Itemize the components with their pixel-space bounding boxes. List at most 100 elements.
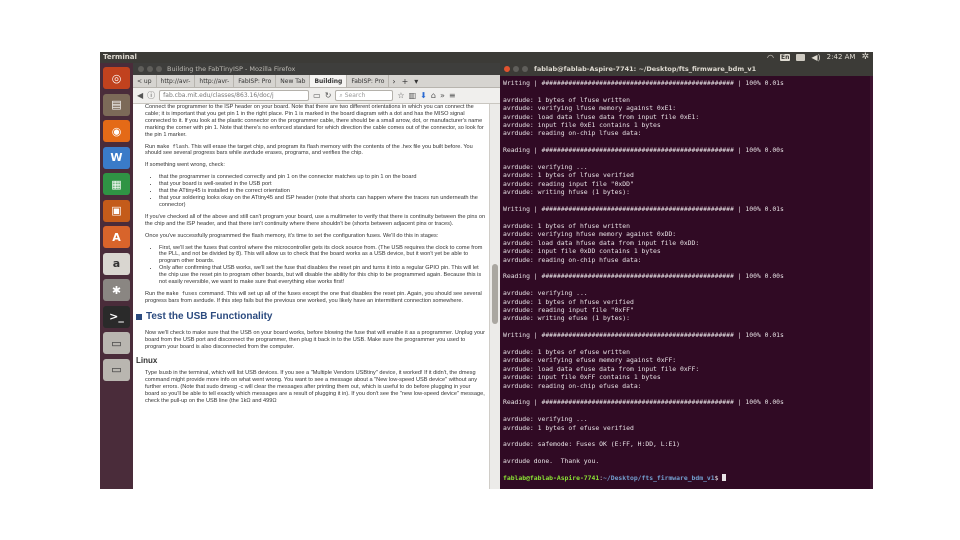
system-settings-icon[interactable]: ✱ bbox=[103, 279, 130, 301]
terminal-line: avrdude: 1 bytes of lfuse written bbox=[503, 95, 630, 104]
active-app-title: Terminal bbox=[103, 53, 137, 61]
star-icon[interactable]: ☆ bbox=[397, 91, 404, 100]
paragraph: If you've checked all of the above and s… bbox=[145, 213, 486, 227]
terminal-icon[interactable]: >_ bbox=[103, 305, 130, 328]
settings-gear-icon[interactable]: ✲ bbox=[861, 52, 869, 63]
keyboard-icon[interactable]: En bbox=[780, 54, 791, 61]
terminal-line: avrdude: writing efuse (1 bytes): bbox=[503, 314, 630, 323]
home-icon[interactable]: ⌂ bbox=[431, 91, 436, 100]
terminal-line: avrdude: verifying efuse memory against … bbox=[503, 356, 677, 365]
terminal-line: avrdude: input file 0xE1 contains 1 byte… bbox=[503, 121, 661, 130]
desktop-screen: Terminal ◠ En ◀) 2:42 AM ✲ ◎ ▤ ◉ W ▦ ▣ Aa ✱ >_ ▭ ▭… bbox=[100, 52, 873, 489]
tab-item[interactable]: FabISP: Pro bbox=[234, 75, 277, 87]
tab-item-active[interactable]: Building bbox=[310, 75, 348, 87]
paragraph: Now we'll check to make sure that the US… bbox=[145, 329, 485, 350]
reload-icon[interactable]: ↻ bbox=[325, 91, 332, 100]
list-item: that your soldering looks okay on the AT… bbox=[159, 195, 486, 209]
writer-icon[interactable]: W bbox=[103, 146, 130, 169]
minimize-icon[interactable] bbox=[147, 66, 153, 72]
list-item: that the ATtiny45 is installed in the co… bbox=[159, 188, 486, 195]
checklist: that the programmer is connected correct… bbox=[153, 174, 486, 209]
inline-code: make flash bbox=[156, 143, 189, 150]
dash-icon[interactable]: ◎ bbox=[103, 67, 130, 89]
terminal-prompt[interactable]: fablab@fablab-Aspire-7741:~/Desktop/fts_… bbox=[503, 474, 870, 482]
terminal-window: fablab@fablab-Aspire-7741: ~/Desktop/fts… bbox=[500, 63, 873, 489]
clock[interactable]: 2:42 AM bbox=[827, 52, 856, 63]
amazon-icon[interactable]: a bbox=[103, 252, 130, 275]
system-tray: ◠ En ◀) 2:42 AM ✲ bbox=[767, 52, 869, 63]
search-input[interactable]: ⌕ Search bbox=[335, 90, 394, 101]
maximize-icon[interactable] bbox=[156, 66, 162, 72]
maximize-icon[interactable] bbox=[522, 66, 528, 72]
terminal-line: avrdude: 1 bytes of efuse verified bbox=[503, 423, 634, 432]
impress-icon[interactable]: ▣ bbox=[103, 199, 130, 222]
back-icon[interactable]: ◀ bbox=[137, 91, 143, 100]
battery-icon[interactable] bbox=[796, 54, 806, 61]
drive-icon[interactable]: ▭ bbox=[103, 332, 130, 354]
tab-item[interactable]: http://avr- bbox=[195, 75, 235, 87]
cursor bbox=[722, 474, 727, 482]
url-bar[interactable]: fab.cba.mit.edu/classes/863.16/doc/j bbox=[159, 90, 310, 101]
stages-list: First, we'll set the fuses that control … bbox=[153, 245, 486, 286]
overflow-icon[interactable]: » bbox=[440, 91, 445, 100]
files-icon[interactable]: ▤ bbox=[103, 93, 130, 116]
prompt-user: fablab@fablab-Aspire-7741 bbox=[503, 474, 600, 483]
subsection-heading: Linux bbox=[136, 356, 158, 366]
launcher: ◎ ▤ ◉ W ▦ ▣ Aa ✱ >_ ▭ ▭ bbox=[100, 63, 133, 489]
download-icon[interactable]: ⬇ bbox=[420, 91, 427, 100]
terminal-line: avrdude: verifying hfuse memory against … bbox=[503, 230, 677, 239]
terminal-window-title: fablab@fablab-Aspire-7741: ~/Desktop/fts… bbox=[534, 65, 757, 73]
volume-icon[interactable]: ◀) bbox=[811, 52, 820, 63]
terminal-line: avrdude: reading on-chip efuse data: bbox=[503, 381, 642, 390]
new-tab-button[interactable]: + bbox=[399, 75, 412, 87]
firefox-window-title: Building the FabTinyISP - Mozilla Firefo… bbox=[167, 65, 296, 73]
firefox-icon[interactable]: ◉ bbox=[103, 120, 130, 142]
paragraph: Type lsusb in the terminal, which will l… bbox=[145, 370, 485, 405]
drive-icon-2[interactable]: ▭ bbox=[103, 358, 130, 381]
page-scrollbar[interactable] bbox=[489, 104, 500, 489]
terminal-line: avrdude: load data lfuse data from input… bbox=[503, 112, 700, 121]
close-icon[interactable] bbox=[504, 66, 510, 72]
section-heading: Test the USB Functionality bbox=[136, 310, 486, 324]
wifi-icon[interactable]: ◠ bbox=[767, 52, 774, 63]
terminal-scrollbar[interactable] bbox=[870, 76, 873, 489]
tab-item[interactable]: FabISP: Pro bbox=[347, 75, 390, 87]
terminal-line: avrdude: reading on-chip hfuse data: bbox=[503, 255, 642, 264]
prompt-path: ~/Desktop/fts_firmware_bdm_v1 bbox=[603, 474, 715, 483]
minimize-icon[interactable] bbox=[513, 66, 519, 72]
terminal-line: avrdude: verifying lfuse memory against … bbox=[503, 104, 677, 113]
tab-item[interactable]: New Tab bbox=[276, 75, 311, 87]
info-icon[interactable]: ⓘ bbox=[147, 90, 155, 101]
tab-list-icon[interactable]: ▾ bbox=[411, 75, 421, 87]
terminal-line: avrdude: 1 bytes of efuse written bbox=[503, 348, 630, 356]
tab-item[interactable]: < up bbox=[133, 75, 157, 87]
terminal-line: Reading | ##############################… bbox=[503, 398, 784, 407]
calc-icon[interactable]: ▦ bbox=[103, 173, 130, 195]
terminal-line: Reading | ##############################… bbox=[503, 146, 784, 155]
library-icon[interactable]: ▥ bbox=[409, 91, 417, 100]
tab-scroll-icon[interactable]: › bbox=[389, 75, 398, 87]
terminal-line: Reading | ##############################… bbox=[503, 272, 784, 281]
terminal-output[interactable]: Writing | ##############################… bbox=[500, 76, 873, 483]
tab-item[interactable]: http://avr- bbox=[157, 75, 196, 87]
paragraph: Run make flash. This will erase the targ… bbox=[145, 143, 473, 157]
software-center-icon[interactable]: A bbox=[103, 226, 130, 248]
reader-icon[interactable]: ▭ bbox=[313, 91, 321, 100]
terminal-line: avrdude: 1 bytes of lfuse verified bbox=[503, 171, 634, 180]
terminal-line: avrdude: verifying ... bbox=[503, 415, 588, 424]
scrollbar-thumb[interactable] bbox=[492, 264, 498, 324]
page-content: Connect the programmer to the ISP header… bbox=[133, 104, 489, 489]
paragraph: Connect the programmer to the ISP header… bbox=[145, 104, 484, 138]
terminal-line: avrdude: verifying ... bbox=[503, 163, 588, 172]
menu-icon[interactable]: ≡ bbox=[449, 91, 456, 100]
list-item: First, we'll set the fuses that control … bbox=[159, 245, 486, 266]
close-icon[interactable] bbox=[138, 66, 144, 72]
